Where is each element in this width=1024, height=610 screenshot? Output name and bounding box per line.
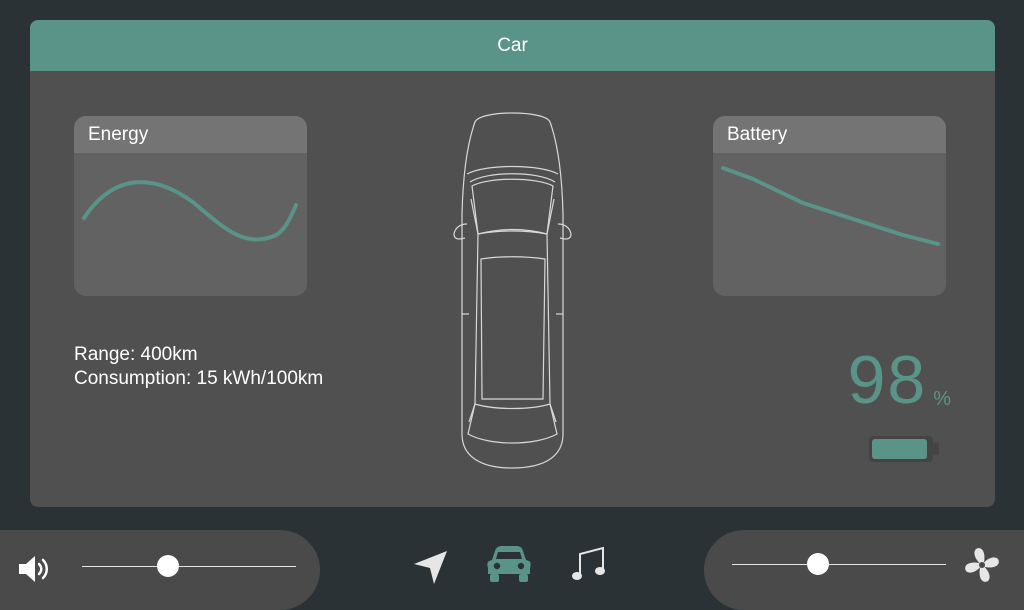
car-icon[interactable]	[486, 544, 532, 584]
battery-percentage: 98 %	[848, 345, 951, 415]
energy-card-header: Energy	[74, 116, 307, 153]
energy-curve	[82, 180, 298, 242]
volume-control	[0, 530, 320, 610]
battery-percentage-unit: %	[933, 388, 951, 410]
panel-header: Car	[30, 20, 995, 71]
page-title: Car	[497, 34, 528, 56]
volume-icon[interactable]	[17, 554, 53, 584]
car-top-view	[453, 112, 572, 469]
battery-level-fill	[872, 439, 927, 459]
fan-icon[interactable]	[964, 547, 1000, 583]
energy-card-title: Energy	[88, 123, 149, 145]
battery-card[interactable]: Battery	[713, 116, 946, 296]
battery-curve	[721, 166, 940, 246]
fan-control	[704, 530, 1024, 610]
battery-card-title: Battery	[727, 123, 788, 145]
consumption-text: Consumption: 15 kWh/100km	[74, 368, 324, 389]
trip-stats: Range: 400km Consumption: 15 kWh/100km	[74, 343, 323, 391]
fan-slider[interactable]	[732, 564, 946, 565]
energy-card[interactable]: Energy	[74, 116, 307, 296]
energy-graph	[82, 180, 298, 242]
range-text: Range: 400km	[74, 344, 198, 365]
music-note-icon[interactable]	[570, 546, 608, 584]
battery-icon	[869, 436, 939, 462]
battery-percentage-value: 98	[847, 342, 928, 418]
volume-slider-handle[interactable]	[156, 555, 179, 577]
battery-graph	[721, 166, 940, 246]
volume-slider[interactable]	[82, 566, 296, 567]
car-panel: Car Energy Battery Range: 400km Consumpt…	[30, 20, 995, 507]
fan-slider-handle[interactable]	[806, 553, 829, 575]
navigation-arrow-icon[interactable]	[412, 548, 450, 586]
battery-card-header: Battery	[713, 116, 946, 153]
